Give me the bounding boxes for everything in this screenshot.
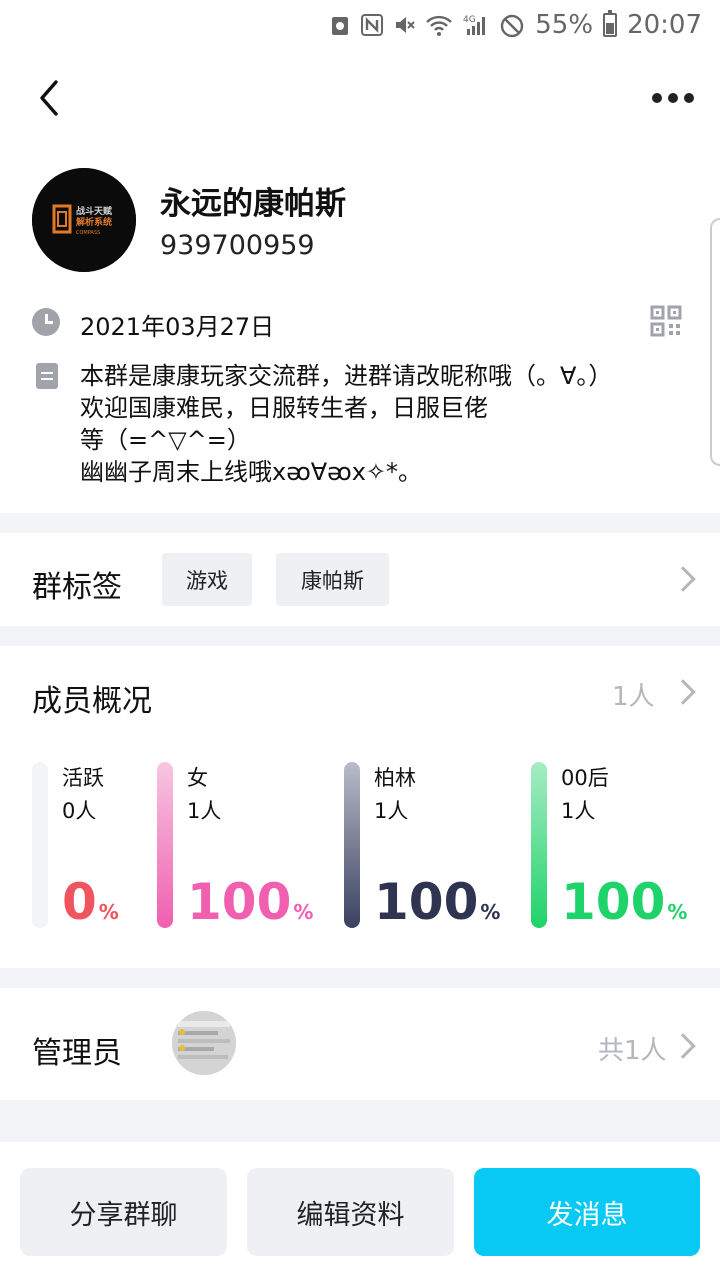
stat-label: 女 [187,766,208,790]
svg-text:战斗天赋: 战斗天赋 [76,205,112,217]
more-dots-icon [652,93,662,103]
svg-text:解析系统: 解析系统 [76,216,112,228]
send-message-button[interactable]: 发消息 [474,1168,700,1256]
stat-active: 活跃 0人 0% [32,762,142,930]
stat-location: 柏林 1人 100% [344,762,514,930]
stat-count: 0人 [62,799,97,823]
group-id: 939700959 [160,230,315,261]
stat-percent: 100% [374,873,501,931]
stat-count: 1人 [561,799,596,823]
group-description: 本群是康康玩家交流群，进群请改昵称哦（。∀。） 欢迎国康难民，日服转生者，日服巨… [80,362,613,486]
clock-icon [32,308,60,336]
group-profile: 战斗天赋 解析系统 COMPASS 永远的康帕斯 939700959 [32,168,692,278]
stat-bar [32,762,48,928]
stat-count: 1人 [374,799,409,823]
stat-bar [157,762,173,928]
stat-percent: 0% [62,873,119,931]
created-date: 2021年03月27日 [80,313,275,341]
chevron-right-icon [670,679,696,705]
admin-section-title: 管理员 [32,1036,122,1071]
more-button[interactable] [652,86,698,110]
svg-text:4G: 4G [463,15,476,25]
stat-label: 00后 [561,766,609,790]
members-total: 1人 [612,682,655,712]
clock-time: 20:07 [627,10,702,40]
members-section-title: 成员概况 [32,684,152,719]
chevron-left-icon [40,80,58,116]
svg-text:COMPASS: COMPASS [76,230,100,236]
admin-total: 共1人 [598,1036,667,1066]
section-divider [0,1100,720,1142]
nfc-icon [361,13,384,37]
edit-profile-button[interactable]: 编辑资料 [247,1168,454,1256]
admin-avatar-image [172,1011,236,1075]
stat-female: 女 1人 100% [157,762,327,930]
group-avatar[interactable]: 战斗天赋 解析系统 COMPASS [32,168,136,272]
chevron-right-icon [670,1033,696,1059]
stat-label: 柏林 [374,766,416,790]
stat-bar [344,762,360,928]
stat-age: 00后 1人 100% [531,762,701,930]
stat-percent: 100% [187,873,314,931]
battery-percent: 55% [535,10,594,40]
qr-code-icon[interactable] [650,305,682,337]
stat-label: 活跃 [62,766,104,790]
compass-logo-icon: 战斗天赋 解析系统 COMPASS [32,168,136,272]
stat-percent: 100% [561,873,688,931]
signal-4g-icon: 4G [463,13,489,37]
section-divider [0,513,720,533]
section-divider [0,968,720,988]
wifi-icon [425,13,453,37]
mute-icon [393,13,415,37]
stat-bar [531,762,547,928]
back-button[interactable] [32,78,72,118]
share-group-button[interactable]: 分享群聊 [20,1168,227,1256]
status-icons: 4G 55% 20:07 [329,6,702,44]
tag-item[interactable]: 游戏 [162,553,252,606]
created-date-row: 2021年03月27日 [32,305,692,345]
group-name: 永远的康帕斯 [160,186,346,222]
section-divider [0,626,720,646]
chevron-right-icon [670,566,696,592]
no-sim-icon [499,13,525,38]
side-drawer-handle[interactable] [710,218,720,466]
admin-avatar[interactable] [172,1011,236,1075]
recycle-icon [329,13,351,37]
tags-section-title: 群标签 [32,570,122,605]
battery-icon [603,10,618,37]
status-bar: 4G 55% 20:07 [0,0,720,50]
document-icon [36,363,58,389]
tag-item[interactable]: 康帕斯 [276,553,389,606]
stat-count: 1人 [187,799,222,823]
